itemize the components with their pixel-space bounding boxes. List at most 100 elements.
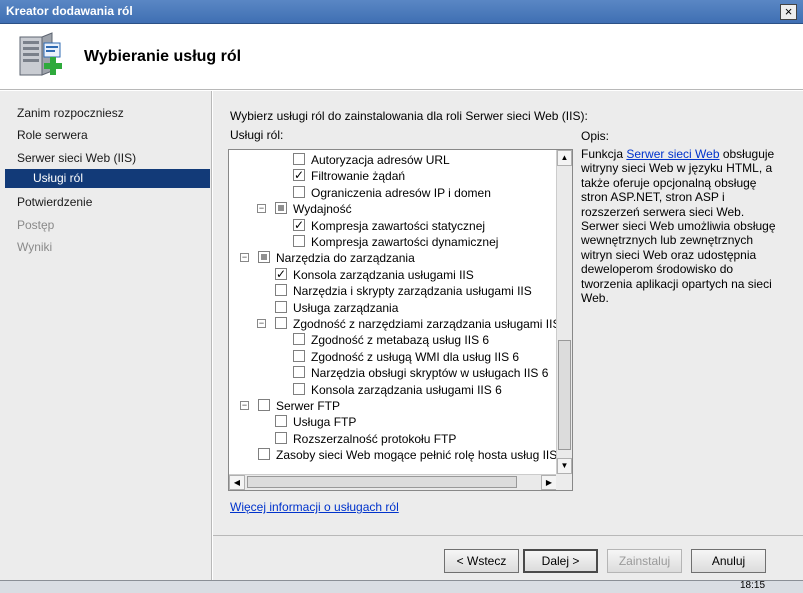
tree-item[interactable]: Kompresja zawartości statycznej [229,218,559,234]
page-title: Wybieranie usług ról [84,48,242,65]
collapse-icon[interactable]: − [240,401,249,410]
tree-item-checkbox[interactable] [275,317,287,329]
tree-item[interactable]: − Serwer FTP [229,398,559,414]
tree-item[interactable]: Kompresja zawartości dynamicznej [229,234,559,250]
tree-item[interactable]: Narzędzia obsługi skryptów w usługach II… [229,365,559,381]
tree-item-label: Rozszerzalność protokołu FTP [293,431,457,446]
tree-item-label: Konsola zarządzania usługami IIS 6 [311,382,502,397]
tree-item-checkbox[interactable] [293,153,305,165]
tree-item-label: Zgodność z metabazą usług IIS 6 [311,333,490,348]
tree-item-label: Ograniczenia adresów IP i domen [311,185,491,200]
install-button: Zainstaluj [607,549,682,573]
collapse-icon[interactable]: − [257,204,266,214]
tree-item-label: Narzędzia i skrypty zarządzania usługami… [293,284,532,299]
tree-item-checkbox[interactable] [258,251,270,264]
taskbar: 18:15 [0,580,803,593]
scroll-up-icon[interactable]: ▲ [557,150,572,166]
tree-item-label: Usługa FTP [293,415,357,430]
tree-item-checkbox[interactable] [275,300,287,313]
server-add-icon [19,32,62,76]
horizontal-scrollbar[interactable]: ◀ ▶ [229,474,557,490]
tree-item-checkbox[interactable] [258,399,270,411]
instruction-text: Wybierz usługi ról do zainstalowania dla… [230,109,588,123]
window-title: Kreator dodawania ról [6,4,133,18]
tree-item[interactable]: Narzędzia i skrypty zarządzania usługami… [229,283,559,299]
tree-item[interactable]: Konsola zarządzania usługami IIS 6 [229,382,559,398]
vertical-scroll-thumb[interactable] [558,340,571,450]
tree-item-checkbox[interactable] [275,202,287,215]
tree-item-label: Narzędzia do zarządzania [276,251,415,266]
tree-item-checkbox[interactable] [258,448,270,461]
tree-item-checkbox[interactable] [275,431,287,444]
tree-item-checkbox[interactable] [293,185,305,198]
tree-item[interactable]: Filtrowanie żądań [229,168,559,184]
tree-item-checkbox[interactable] [293,382,305,395]
main-panel: Wybierz usługi ról do zainstalowania dla… [213,91,803,546]
scroll-down-icon[interactable]: ▼ [557,458,572,474]
tree-item-label: Serwer FTP [276,399,341,413]
nav-item-web-server[interactable]: Serwer sieci Web (IIS) [17,151,136,165]
tree-item-label: Kompresja zawartości statycznej [311,218,486,233]
tree-item[interactable]: Zgodność z metabazą usług IIS 6 [229,332,559,348]
role-services-label: Usługi ról: [230,128,284,142]
more-info-link[interactable]: Więcej informacji o usługach ról [230,500,399,514]
collapse-icon[interactable]: − [240,253,249,263]
title-bar: Kreator dodawania ról × [0,0,803,24]
cancel-button[interactable]: Anuluj [691,549,766,573]
description-prefix: Funkcja [581,147,627,161]
close-button[interactable]: × [780,4,797,20]
tree-item[interactable]: Konsola zarządzania usługami IIS [229,267,559,283]
nav-item-before-you-begin[interactable]: Zanim rozpoczniesz [17,106,124,120]
tree-item-checkbox[interactable] [275,415,287,428]
nav-item-role-services-label: Usługi ról [33,171,84,185]
scroll-right-icon[interactable]: ▶ [541,475,557,490]
tree-item-label: Kompresja zawartości dynamicznej [311,235,499,249]
wizard-header: Wybieranie usług ról [0,25,803,90]
tree-item-checkbox[interactable] [293,333,305,346]
tree-item[interactable]: Zgodność z usługą WMI dla usług IIS 6 [229,349,559,365]
tree-item-checkbox[interactable] [293,235,305,247]
collapse-icon[interactable]: − [257,319,266,328]
tree-item-checkbox[interactable] [293,366,305,379]
tree-item-label: Usługa zarządzania [293,300,399,315]
tree-item[interactable]: Autoryzacja adresów URL [229,152,559,168]
wizard-footer: < Wstecz Dalej > Zainstaluj Anuluj [213,535,803,580]
tree-item[interactable]: − Narzędzia do zarządzania [229,250,559,266]
back-button[interactable]: < Wstecz [444,549,519,573]
description-label: Opis: [581,129,610,143]
wizard-steps-nav: Zanim rozpoczniesz Role serwera Serwer s… [0,91,212,593]
scroll-left-icon[interactable]: ◀ [229,475,245,490]
nav-item-server-roles[interactable]: Role serwera [17,128,88,142]
tree-item-label: Zgodność z narzędziami zarządzania usług… [293,317,573,331]
tree-item-label: Konsola zarządzania usługami IIS [293,267,474,282]
tree-item-label: Narzędzia obsługi skryptów w usługach II… [311,366,549,381]
description-body: obsługuje witryny sieci Web w języku HTM… [581,147,776,306]
tree-item-checkbox[interactable] [275,284,287,297]
description-text: Funkcja Serwer sieci Web obsługuje witry… [581,147,781,305]
nav-item-role-services[interactable]: Usługi ról [5,169,210,188]
nav-item-progress: Postęp [17,218,55,232]
tree-item-checkbox[interactable] [275,267,287,281]
nav-item-results: Wyniki [17,240,53,254]
tree-item[interactable]: Usługa FTP [229,414,559,430]
tree-item-label: Filtrowanie żądań [311,169,406,184]
web-server-link[interactable]: Serwer sieci Web [626,147,719,161]
next-button[interactable]: Dalej > [523,549,598,573]
tree-item-checkbox[interactable] [293,349,305,362]
tree-item-checkbox[interactable] [293,168,305,182]
tree-item[interactable]: Zasoby sieci Web mogące pełnić rolę host… [229,447,559,463]
taskbar-clock: 18:15 [740,580,766,591]
role-services-tree[interactable]: Autoryzacja adresów URL Filtrowanie żądań… [228,149,573,491]
tree-item-label: Zasoby sieci Web mogące pełnić rolę host… [276,448,558,463]
horizontal-scroll-thumb[interactable] [247,476,517,488]
tree-item-label: Wydajność [293,202,352,217]
tree-item[interactable]: Ograniczenia adresów IP i domen [229,185,559,201]
nav-item-confirmation[interactable]: Potwierdzenie [17,195,92,209]
tree-item-checkbox[interactable] [293,218,305,232]
tree-item[interactable]: − Zgodność z narzędziami zarządzania usłu… [229,316,572,332]
vertical-scrollbar[interactable]: ▲ ▼ [556,150,572,474]
scroll-corner [556,474,572,490]
tree-item[interactable]: − Wydajność [229,201,559,217]
tree-item[interactable]: Rozszerzalność protokołu FTP [229,431,559,447]
tree-item[interactable]: Usługa zarządzania [229,300,559,316]
